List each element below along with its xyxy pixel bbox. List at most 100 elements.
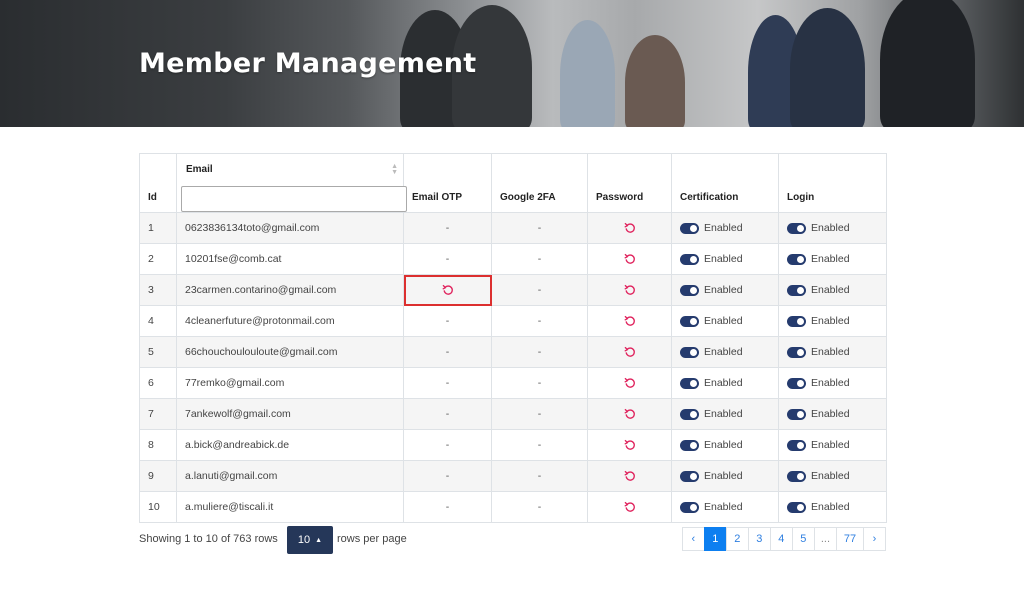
toggle-switch-icon[interactable]: [787, 284, 806, 296]
row-password-reset[interactable]: [587, 274, 672, 306]
reset-icon[interactable]: [624, 315, 636, 327]
toggle-switch-icon[interactable]: [787, 377, 806, 389]
row-password-reset[interactable]: [587, 243, 672, 275]
row-login: Enabled: [778, 274, 887, 306]
pagination-page-1[interactable]: 1: [703, 527, 727, 551]
sort-caret-icon[interactable]: ▲ ▼: [391, 163, 398, 176]
reset-icon[interactable]: [624, 377, 636, 389]
row-certification-label: Enabled: [704, 315, 743, 328]
reset-icon[interactable]: [624, 222, 636, 234]
row-login-label: Enabled: [811, 284, 850, 297]
toggle-switch-icon[interactable]: [680, 284, 699, 296]
pagination-next-button[interactable]: ›: [863, 527, 886, 551]
toggle-switch-icon[interactable]: [787, 222, 806, 234]
hero-photo-figure: [625, 35, 685, 127]
reset-icon[interactable]: [624, 470, 636, 482]
pagination-page-last[interactable]: 77: [836, 527, 864, 551]
row-google-2fa: -: [491, 491, 588, 523]
row-google-2fa-value: -: [537, 284, 542, 296]
row-id: 6: [139, 367, 177, 399]
reset-icon[interactable]: [624, 408, 636, 420]
pagination-page-4[interactable]: 4: [769, 527, 793, 551]
reset-icon[interactable]: [624, 346, 636, 358]
email-filter-input[interactable]: [181, 186, 407, 212]
column-header-email[interactable]: Email ▲ ▼: [176, 153, 407, 213]
row-password-reset[interactable]: [587, 460, 672, 492]
toggle-switch-icon[interactable]: [787, 501, 806, 513]
table-row[interactable]: 10 a.muliere@tiscali.it - - Enabled Enabled: [139, 491, 887, 523]
row-google-2fa: -: [491, 398, 588, 430]
column-header-certification[interactable]: Certification: [671, 153, 779, 213]
page-title: Member Management: [139, 48, 477, 79]
row-email-otp: -: [403, 491, 492, 523]
row-google-2fa: -: [491, 212, 588, 244]
row-email-otp: -: [403, 212, 492, 244]
column-header-email-otp[interactable]: Email OTP: [403, 153, 492, 213]
toggle-switch-icon[interactable]: [680, 253, 699, 265]
table-row[interactable]: 7 7ankewolf@gmail.com - - Enabled Enabled: [139, 398, 887, 430]
toggle-switch-icon[interactable]: [787, 470, 806, 482]
column-header-email-label: Email: [186, 164, 213, 175]
row-login-label: Enabled: [811, 315, 850, 328]
reset-icon[interactable]: [624, 253, 636, 265]
toggle-switch-icon[interactable]: [787, 346, 806, 358]
toggle-switch-icon[interactable]: [680, 315, 699, 327]
table-row[interactable]: 4 4cleanerfuture@protonmail.com - - Enabled E…: [139, 305, 887, 337]
pagination-page-3[interactable]: 3: [747, 527, 771, 551]
row-email-otp: -: [403, 429, 492, 461]
toggle-switch-icon[interactable]: [680, 222, 699, 234]
toggle-switch-icon[interactable]: [787, 439, 806, 451]
column-header-password[interactable]: Password: [587, 153, 672, 213]
row-password-reset[interactable]: [587, 398, 672, 430]
toggle-switch-icon[interactable]: [787, 253, 806, 265]
toggle-switch-icon[interactable]: [680, 439, 699, 451]
row-email-otp-value: -: [445, 253, 450, 265]
column-header-id[interactable]: Id: [139, 153, 177, 213]
row-password-reset[interactable]: [587, 429, 672, 461]
column-header-google-2fa[interactable]: Google 2FA: [491, 153, 588, 213]
toggle-switch-icon[interactable]: [680, 377, 699, 389]
row-google-2fa-value: -: [537, 253, 542, 265]
row-email-otp: -: [403, 243, 492, 275]
table-row[interactable]: 8 a.bick@andreabick.de - - Enabled Enabled: [139, 429, 887, 461]
toggle-switch-icon[interactable]: [680, 346, 699, 358]
row-email-otp: -: [403, 336, 492, 368]
row-login-label: Enabled: [811, 408, 850, 421]
row-login: Enabled: [778, 491, 887, 523]
table-row[interactable]: 6 77remko@gmail.com - - Enabled Enabled: [139, 367, 887, 399]
row-certification-label: Enabled: [704, 501, 743, 514]
reset-icon[interactable]: [442, 284, 454, 296]
row-email: 10201fse@comb.cat: [176, 243, 404, 275]
members-table-container: Id Email ▲ ▼ Email OTP Google 2FA Passwor…: [139, 153, 887, 523]
hero-photo-figure: [880, 0, 975, 127]
reset-icon[interactable]: [624, 439, 636, 451]
row-login-label: Enabled: [811, 222, 850, 235]
reset-icon[interactable]: [624, 284, 636, 296]
toggle-switch-icon[interactable]: [787, 408, 806, 420]
table-row[interactable]: 3 23carmen.contarino@gmail.com - Enabled Ena…: [139, 274, 887, 306]
row-google-2fa-value: -: [537, 439, 542, 451]
row-password-reset[interactable]: [587, 305, 672, 337]
toggle-switch-icon[interactable]: [680, 501, 699, 513]
row-password-reset[interactable]: [587, 367, 672, 399]
row-email-otp-value: -: [445, 377, 450, 389]
row-password-reset[interactable]: [587, 336, 672, 368]
table-row[interactable]: 9 a.lanuti@gmail.com - - Enabled Enabled: [139, 460, 887, 492]
table-row[interactable]: 2 10201fse@comb.cat - - Enabled Enabled: [139, 243, 887, 275]
pagination-page-2[interactable]: 2: [725, 527, 749, 551]
toggle-switch-icon[interactable]: [787, 315, 806, 327]
pagination-prev-button[interactable]: ‹: [681, 527, 705, 551]
column-header-login[interactable]: Login: [778, 153, 887, 213]
pagination-page-5[interactable]: 5: [791, 527, 815, 551]
rows-per-page-select[interactable]: 10 ▲: [287, 526, 333, 554]
table-row[interactable]: 5 66chouchoulouloute@gmail.com - - Enabled En…: [139, 336, 887, 368]
toggle-switch-icon[interactable]: [680, 470, 699, 482]
toggle-switch-icon[interactable]: [680, 408, 699, 420]
row-password-reset[interactable]: [587, 491, 672, 523]
hero-photo-figure: [560, 20, 615, 127]
reset-icon[interactable]: [624, 501, 636, 513]
row-password-reset[interactable]: [587, 212, 672, 244]
row-login: Enabled: [778, 398, 887, 430]
table-row[interactable]: 1 0623836134toto@gmail.com - - Enabled Enable…: [139, 212, 887, 244]
row-google-2fa-value: -: [537, 346, 542, 358]
